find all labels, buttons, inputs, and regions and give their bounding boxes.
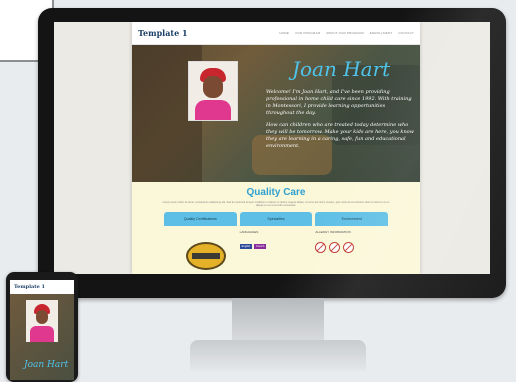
environment-column: ALLERGY INFORMATION — [315, 228, 388, 274]
monitor-stand — [232, 298, 324, 342]
hero-paragraph-2: How can children who are treated today d… — [266, 122, 414, 149]
specialties-column: LANGUAGES English French — [239, 228, 313, 274]
site-header: Template 1 HOME OUR PROGRAM ABOUT OUR PR… — [132, 22, 420, 45]
quality-care-title: Quality Care — [246, 187, 306, 198]
language-badge-english: English — [239, 243, 253, 249]
website-page: Template 1 HOME OUR PROGRAM ABOUT OUR PR… — [132, 22, 420, 274]
phone-site-logo[interactable]: Template 1 — [10, 280, 74, 292]
hero-text: Welcome! I'm Joan Hart, and I've been pr… — [266, 89, 414, 155]
nav-item-home[interactable]: HOME — [279, 31, 289, 35]
nav-item-enrollment[interactable]: ENROLLMENT — [370, 31, 393, 35]
phone-hero-name: Joan Hart — [24, 360, 69, 370]
certification-badge-icon — [186, 241, 226, 270]
hero-name: Joan Hart — [292, 57, 391, 81]
portrait-photo — [188, 61, 238, 121]
quality-care-section: Quality Care Lorem ipsum dolor sit amet,… — [132, 182, 420, 274]
monitor-screen: Template 1 HOME OUR PROGRAM ABOUT OUR PR… — [54, 22, 490, 274]
language-badges: English French — [239, 243, 313, 249]
tab-quality-certifications[interactable]: Quality Certifications — [164, 211, 237, 226]
tab-environment[interactable]: Environment — [315, 211, 389, 226]
nav-item-our-program[interactable]: OUR PROGRAM — [295, 31, 320, 35]
allergy-icons — [315, 241, 388, 253]
desktop-monitor: Template 1 HOME OUR PROGRAM ABOUT OUR PR… — [38, 8, 506, 298]
no-nuts-icon — [315, 241, 327, 253]
no-pets-icon — [329, 241, 341, 253]
site-logo[interactable]: Template 1 — [138, 28, 188, 38]
monitor-base — [190, 340, 366, 371]
nav-item-about[interactable]: ABOUT OUR PROGRAM — [326, 31, 364, 35]
allergy-label: ALLERGY INFORMATION — [315, 229, 351, 234]
hero-paragraph-1: Welcome! I'm Joan Hart, and I've been pr… — [266, 89, 412, 116]
nav-item-contact[interactable]: CONTACT — [398, 31, 414, 35]
tab-specialties[interactable]: Specialties — [239, 211, 313, 226]
no-smoking-icon — [343, 241, 355, 253]
phone-screen: Template 1 Joan Hart — [10, 280, 74, 380]
quality-care-text: Lorem ipsum dolor sit amet, consectetur … — [162, 201, 390, 208]
mobile-phone: Template 1 Joan Hart — [6, 272, 78, 382]
hero-section: Joan Hart Welcome! I'm Joan Hart, and I'… — [132, 45, 420, 183]
quality-tabs: Quality Certifications Specialties Envir… — [132, 211, 420, 226]
quality-columns: LANGUAGES English French ALLERGY INFORMA… — [132, 226, 420, 274]
certifications-column — [164, 228, 237, 274]
language-badge-french: French — [254, 243, 267, 249]
phone-hero: Joan Hart — [10, 294, 74, 380]
site-nav: HOME OUR PROGRAM ABOUT OUR PROGRAM ENROL… — [279, 31, 414, 35]
languages-label: LANGUAGES — [239, 229, 259, 234]
phone-portrait-photo — [26, 300, 58, 342]
